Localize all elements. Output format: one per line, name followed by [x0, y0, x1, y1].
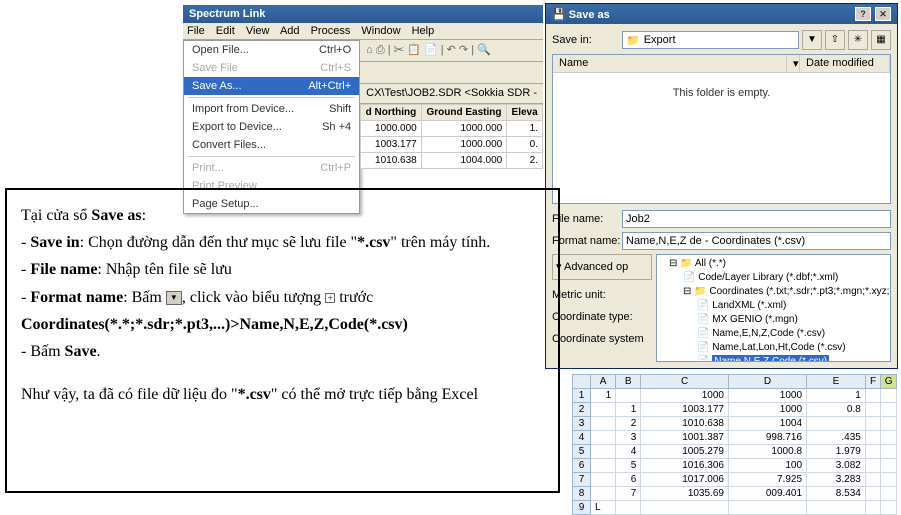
tree-enz[interactable]: 📄 Name,E,N,Z,Code (*.csv): [659, 327, 888, 341]
tree-nez-selected[interactable]: 📄 Name,N,E,Z,Code (*.csv): [659, 355, 888, 362]
close-button[interactable]: ✕: [875, 7, 891, 21]
folder-icon: 📁: [626, 34, 640, 47]
spectrum-titlebar: Spectrum Link: [183, 5, 543, 23]
format-tree[interactable]: ⊟ 📁 All (*.*) 📄 Code/Layer Library (*.db…: [656, 254, 891, 362]
excel-row[interactable]: 651016.306100 3.082: [573, 459, 897, 473]
table-row[interactable]: 1003.1771000.0000.: [361, 137, 543, 153]
excel-row[interactable]: 431001.387998.716.435: [573, 431, 897, 445]
tree-landxml[interactable]: 📄 LandXML (*.xml): [659, 299, 888, 313]
menu-add[interactable]: Add: [280, 25, 300, 37]
view-button[interactable]: ▦: [871, 30, 891, 50]
save-in-combo[interactable]: 📁 Export: [622, 31, 799, 49]
coord-type-label: Coordinate type:: [552, 306, 652, 328]
excel-col-e[interactable]: E: [807, 375, 866, 389]
menu-print: Print...Ctrl+P: [184, 159, 359, 177]
excel-col-a[interactable]: A: [591, 375, 616, 389]
excel-row[interactable]: 321010.6381004: [573, 417, 897, 431]
excel-row[interactable]: 871035.69009.4018.534: [573, 487, 897, 501]
table-row[interactable]: 1010.6381004.0002.: [361, 153, 543, 169]
col-elev[interactable]: Eleva: [507, 105, 543, 121]
tree-codelayer[interactable]: 📄 Code/Layer Library (*.dbf;*.xml): [659, 271, 888, 285]
data-grid[interactable]: d Northing Ground Easting Eleva 1000.000…: [360, 104, 543, 169]
save-in-label: Save in:: [552, 34, 622, 46]
help-button[interactable]: ?: [855, 7, 871, 21]
coord-sys-label: Coordinate system: [552, 328, 652, 350]
new-folder-button[interactable]: ✳: [848, 30, 868, 50]
menu-save-as[interactable]: Save As...Alt+Ctrl+: [184, 77, 359, 95]
col-northing[interactable]: d Northing: [361, 105, 422, 121]
excel-row[interactable]: 211003.17710000.8: [573, 403, 897, 417]
filename-input[interactable]: Job2: [622, 210, 891, 228]
saveas-dialog: 💾 Save as ? ✕ Save in: 📁 Export ▼ ⇧ ✳ ▦ …: [545, 3, 898, 369]
excel-col-g[interactable]: G: [881, 375, 897, 389]
dropdown-button[interactable]: ▼: [802, 30, 822, 50]
menu-view[interactable]: View: [246, 25, 270, 37]
menu-process[interactable]: Process: [311, 25, 351, 37]
up-folder-button[interactable]: ⇧: [825, 30, 845, 50]
tree-all[interactable]: ⊟ 📁 All (*.*): [659, 257, 888, 271]
menu-save-file: Save FileCtrl+S: [184, 59, 359, 77]
tree-mxgenio[interactable]: 📄 MX GENIO (*.mgn): [659, 313, 888, 327]
col-date[interactable]: Date modified: [800, 55, 890, 72]
breadcrumb: CX\Test\JOB2.SDR <Sokkia SDR -: [360, 84, 543, 104]
instruction-box: Tại cửa sổ Save as: - Save in: Chọn đườn…: [5, 188, 560, 493]
spectrum-window: Spectrum Link File Edit View Add Process…: [183, 5, 543, 214]
menu-export-device[interactable]: Export to Device...Sh +4: [184, 118, 359, 136]
filename-label: File name:: [552, 213, 622, 225]
col-easting[interactable]: Ground Easting: [421, 105, 506, 121]
toolbar: ⌂ ⎙ | ✂ 📋 📄 | ↶ ↷ | 🔍: [360, 40, 543, 62]
menu-help[interactable]: Help: [412, 25, 435, 37]
advanced-toggle[interactable]: ▾ Advanced op: [552, 254, 652, 280]
menu-window[interactable]: Window: [361, 25, 400, 37]
menu-import-device[interactable]: Import from Device...Shift: [184, 100, 359, 118]
col-name[interactable]: Name: [553, 55, 787, 72]
tree-latlon[interactable]: 📄 Name,Lat,Lon,Ht,Code (*.csv): [659, 341, 888, 355]
table-row[interactable]: 1000.0001000.0001.: [361, 121, 543, 137]
excel-col-f[interactable]: F: [865, 375, 881, 389]
spectrum-menubar[interactable]: File Edit View Add Process Window Help: [183, 23, 543, 40]
saveas-titlebar: 💾 Save as ? ✕: [546, 4, 897, 24]
plus-icon: +: [325, 293, 335, 303]
excel-col-b[interactable]: B: [616, 375, 641, 389]
excel-row[interactable]: 11100010001: [573, 389, 897, 403]
empty-message: This folder is empty.: [553, 73, 890, 99]
excel-col-d[interactable]: D: [728, 375, 806, 389]
file-list[interactable]: Name ▾ Date modified This folder is empt…: [552, 54, 891, 204]
excel-row[interactable]: 761017.006 7.9253.283: [573, 473, 897, 487]
excel-corner[interactable]: [573, 375, 591, 389]
tree-coords[interactable]: ⊟ 📁 Coordinates (*.txt;*.sdr;*.pt3;*.mgn…: [659, 285, 888, 299]
menu-open-file[interactable]: Open File...Ctrl+O: [184, 41, 359, 59]
dropdown-icon: ▼: [166, 291, 182, 305]
format-label: Format name:: [552, 235, 622, 247]
format-combo[interactable]: Name,N,E,Z de - Coordinates (*.csv): [622, 232, 891, 250]
excel-grid[interactable]: A B C D E F G 11100010001211003.17710000…: [572, 374, 897, 515]
metric-label: Metric unit:: [552, 284, 652, 306]
menu-file[interactable]: File: [187, 25, 205, 37]
excel-col-c[interactable]: C: [641, 375, 729, 389]
menu-edit[interactable]: Edit: [216, 25, 235, 37]
menu-convert-files[interactable]: Convert Files...: [184, 136, 359, 154]
excel-row[interactable]: 541005.2791000.8 1.979: [573, 445, 897, 459]
toolbar2: [360, 62, 543, 84]
excel-row[interactable]: 9L: [573, 501, 897, 515]
